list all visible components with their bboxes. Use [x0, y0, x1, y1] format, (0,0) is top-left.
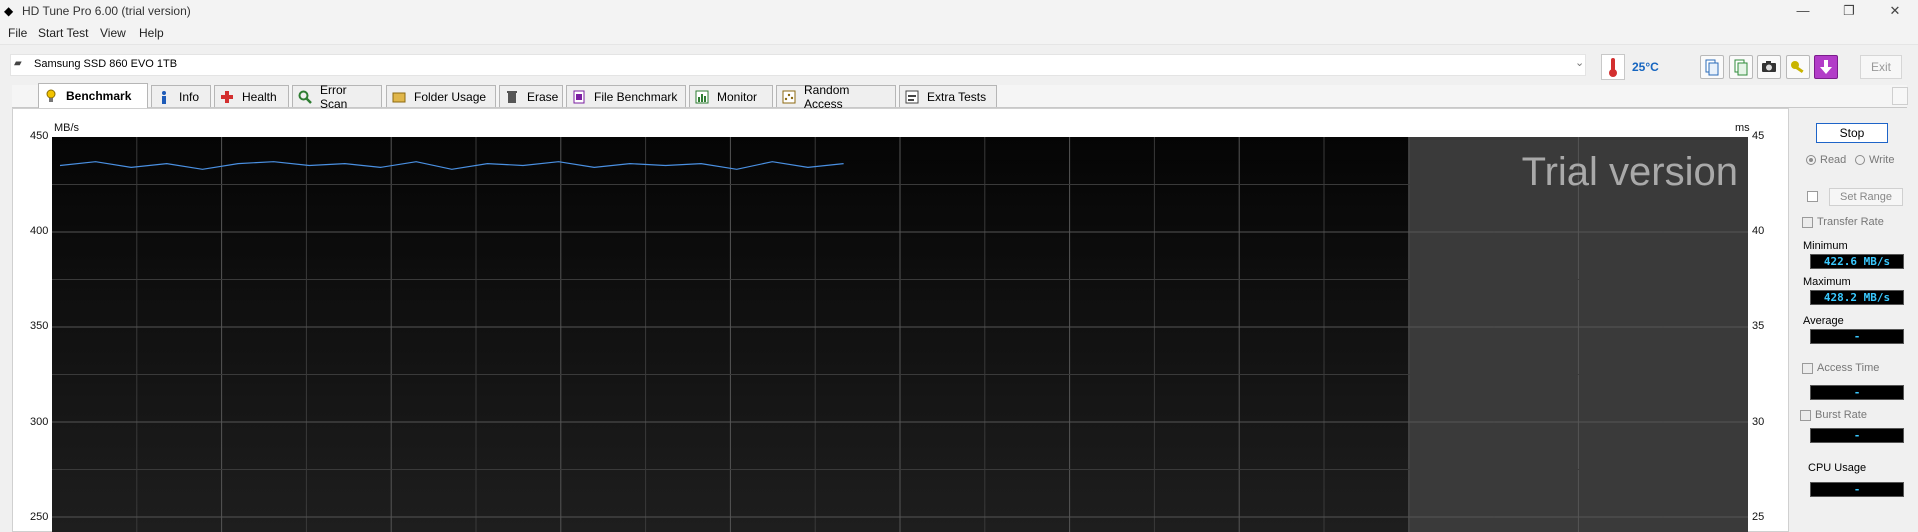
key-icon[interactable] [1786, 55, 1810, 79]
y-right-axis-label: ms [1735, 122, 1750, 134]
read-radio[interactable]: Read [1806, 154, 1846, 166]
app-icon: ◆ [4, 4, 14, 18]
y-right-tick: 45 [1752, 130, 1765, 142]
write-radio-circle [1855, 155, 1865, 165]
access-time-checkbox[interactable]: Access Time [1802, 362, 1879, 374]
cpu-usage-label: CPU Usage [1808, 462, 1867, 474]
health-cross-icon [220, 90, 234, 104]
bulb-icon [44, 89, 58, 103]
average-label: Average [1803, 315, 1844, 327]
set-range-checkbox[interactable] [1807, 191, 1818, 202]
tab-health[interactable]: Health [214, 85, 289, 107]
access-time-value: - [1810, 385, 1904, 400]
magnifier-icon [298, 90, 312, 104]
tab-label: File Benchmark [594, 89, 678, 104]
tab-label: Erase [527, 89, 559, 104]
minimize-button[interactable]: — [1780, 0, 1826, 22]
y-right-tick: 35 [1752, 320, 1765, 332]
menu-start-test[interactable]: Start Test [38, 26, 88, 40]
tab-label: Monitor [717, 89, 758, 104]
tab-label: Error Scan [320, 82, 348, 111]
write-radio-label: Write [1869, 154, 1895, 166]
y-left-tick: 350 [30, 320, 49, 332]
tab-label: Benchmark [66, 89, 132, 103]
maximum-value: 428.2 MB/s [1810, 290, 1904, 305]
y-right-tick: 30 [1752, 416, 1765, 428]
y-left-tick: 450 [30, 130, 49, 142]
drive-icon: ▰ [14, 58, 22, 69]
chevron-down-icon[interactable]: ⌄ [1575, 56, 1584, 69]
tab-file-benchmark[interactable]: File Benchmark [566, 85, 686, 107]
menu-view[interactable]: View [100, 26, 126, 40]
tab-label: Folder Usage [414, 89, 487, 104]
stop-button[interactable]: Stop [1816, 123, 1888, 143]
checkbox-box [1802, 216, 1813, 228]
tab-info[interactable]: Info [151, 85, 211, 107]
monitor-icon [695, 90, 709, 104]
copy-info-icon[interactable] [1729, 55, 1753, 79]
copy-text-icon[interactable] [1700, 55, 1724, 79]
trash-icon [505, 90, 519, 104]
plot-grid [52, 137, 1748, 532]
average-value: - [1810, 329, 1904, 344]
menu-help[interactable]: Help [139, 26, 164, 40]
y-left-tick: 300 [30, 416, 49, 428]
tab-label: Random Access [804, 82, 850, 111]
extra-tests-icon [905, 90, 919, 104]
drive-select[interactable] [10, 54, 1586, 76]
read-radio-label: Read [1820, 154, 1847, 166]
tab-monitor[interactable]: Monitor [689, 85, 773, 107]
read-radio-circle [1806, 155, 1816, 165]
folder-icon [392, 90, 406, 104]
y-left-tick: 400 [30, 225, 49, 237]
tab-scroll-button[interactable] [1892, 87, 1908, 105]
exit-button[interactable]: Exit [1860, 55, 1902, 79]
minimum-value: 422.6 MB/s [1810, 254, 1904, 269]
write-radio[interactable]: Write [1855, 154, 1894, 166]
transfer-rate-label: Transfer Rate [1817, 216, 1884, 228]
info-icon [157, 90, 171, 104]
tab-random-access[interactable]: Random Access [776, 83, 896, 111]
window-title: HD Tune Pro 6.00 (trial version) [22, 4, 191, 18]
y-right-tick: 40 [1752, 225, 1765, 237]
tab-benchmark[interactable]: Benchmark [38, 83, 148, 108]
set-range-button[interactable]: Set Range [1829, 188, 1903, 206]
maximize-button[interactable]: ❐ [1826, 0, 1872, 22]
tab-label: Health [242, 89, 277, 104]
checkbox-box [1802, 362, 1813, 374]
screenshot-camera-icon[interactable] [1757, 55, 1781, 79]
tab-erase[interactable]: Erase [499, 85, 563, 107]
tab-label: Info [179, 89, 200, 104]
menu-bar [0, 22, 1918, 44]
tab-folder-usage[interactable]: Folder Usage [386, 85, 496, 107]
thermometer-icon [1601, 54, 1625, 80]
maximum-label: Maximum [1803, 276, 1851, 288]
menu-file[interactable]: File [8, 26, 27, 40]
temperature-value: 25°C [1632, 60, 1659, 74]
burst-rate-checkbox[interactable]: Burst Rate [1800, 409, 1867, 421]
transfer-rate-checkbox[interactable]: Transfer Rate [1802, 216, 1884, 228]
checkbox-box [1800, 409, 1811, 421]
burst-rate-label: Burst Rate [1815, 409, 1867, 421]
access-time-label: Access Time [1817, 362, 1880, 374]
tab-label: Extra Tests [927, 89, 987, 104]
drive-select-value: Samsung SSD 860 EVO 1TB [34, 58, 178, 70]
title-bar [0, 0, 1918, 22]
download-arrow-icon[interactable] [1814, 55, 1838, 79]
transfer-rate-plot: Trial version [52, 137, 1748, 532]
y-left-axis-label: MB/s [54, 122, 80, 134]
tab-error-scan[interactable]: Error Scan [292, 83, 382, 111]
y-left-tick: 250 [30, 511, 49, 523]
file-benchmark-icon [572, 90, 586, 104]
y-right-tick: 25 [1752, 511, 1765, 523]
minimum-label: Minimum [1803, 240, 1848, 252]
trial-watermark: Trial version [1522, 150, 1738, 194]
cpu-usage-value: - [1810, 482, 1904, 497]
close-button[interactable]: ✕ [1872, 0, 1918, 22]
tab-extra-tests[interactable]: Extra Tests [899, 85, 997, 107]
random-access-icon [782, 90, 796, 104]
burst-rate-value: - [1810, 428, 1904, 443]
